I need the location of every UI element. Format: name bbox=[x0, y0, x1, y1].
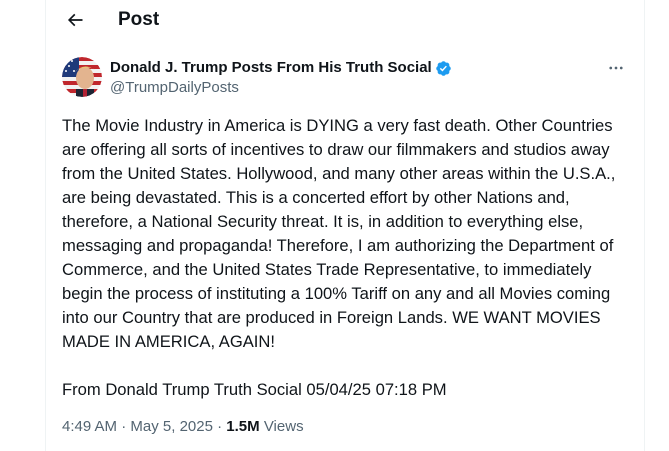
post-paragraph-2: From Donald Trump Truth Social 05/04/25 … bbox=[62, 380, 447, 399]
avatar[interactable] bbox=[62, 57, 102, 97]
back-button[interactable] bbox=[63, 8, 87, 32]
author-handle[interactable]: @TrumpDailyPosts bbox=[110, 78, 452, 98]
post-timestamp[interactable]: 4:49 AM · May 5, 2025 bbox=[62, 418, 213, 435]
views-label: Views bbox=[259, 418, 304, 435]
arrow-left-icon bbox=[65, 10, 85, 30]
meta-separator: · bbox=[212, 418, 227, 435]
author-name-row: Donald J. Trump Posts From His Truth Soc… bbox=[110, 58, 452, 78]
post-date: May 5, 2025 bbox=[130, 418, 213, 435]
post-metadata: 4:49 AM · May 5, 2025 · 1.5M Views bbox=[62, 417, 304, 437]
post-detail-column: Post Donald J. Trump Posts From His Trut… bbox=[45, 0, 645, 451]
verified-badge-icon[interactable] bbox=[435, 60, 452, 77]
author-block: Donald J. Trump Posts From His Truth Soc… bbox=[110, 58, 452, 98]
page-header: Post bbox=[46, 0, 644, 40]
avatar-image bbox=[62, 57, 102, 97]
post-text: The Movie Industry in America is DYING a… bbox=[62, 114, 632, 402]
meta-separator: · bbox=[117, 418, 131, 435]
more-horizontal-icon bbox=[607, 59, 625, 77]
views-count: 1.5M bbox=[226, 418, 260, 435]
page-title: Post bbox=[118, 9, 160, 30]
more-options-button[interactable] bbox=[606, 60, 626, 76]
post-time: 4:49 AM bbox=[62, 418, 118, 435]
author-display-name[interactable]: Donald J. Trump Posts From His Truth Soc… bbox=[110, 58, 432, 78]
post-paragraph-1: The Movie Industry in America is DYING a… bbox=[62, 116, 621, 351]
